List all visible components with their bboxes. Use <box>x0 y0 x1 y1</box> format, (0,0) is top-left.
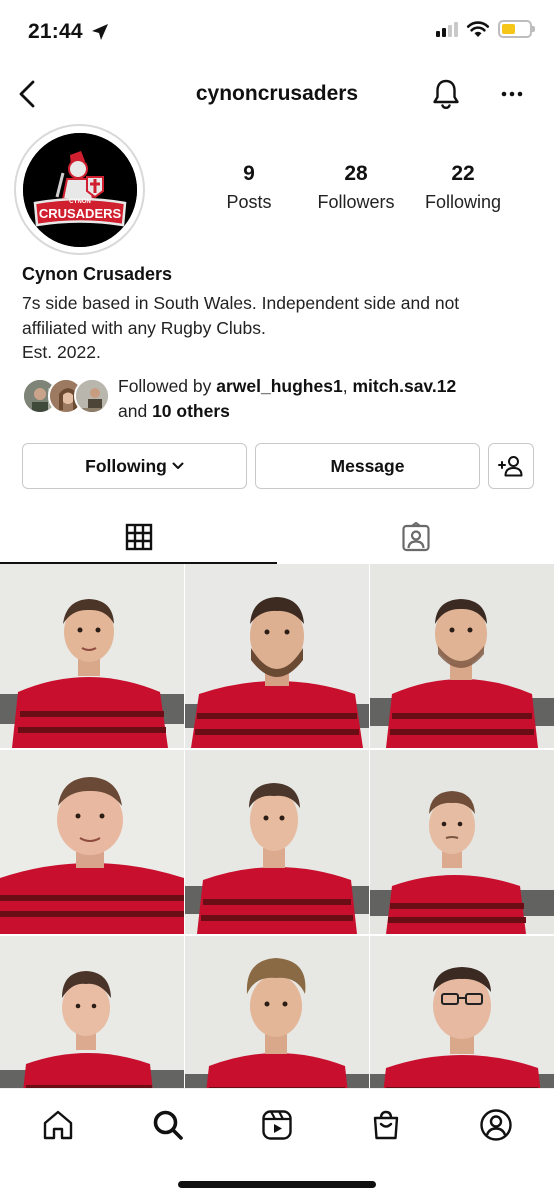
notifications-button[interactable] <box>428 76 464 112</box>
separator: , <box>342 376 353 396</box>
nav-shop[interactable] <box>366 1105 406 1145</box>
shop-icon <box>373 1110 399 1140</box>
post-thumbnail[interactable] <box>185 564 369 748</box>
follower-avatar <box>74 378 110 414</box>
tab-tagged[interactable] <box>277 512 554 562</box>
crusaders-logo: CYNON CRUSADERS <box>22 132 137 247</box>
search-icon <box>153 1110 183 1140</box>
bell-icon <box>433 79 459 109</box>
logo-top-text: CYNON <box>69 199 91 205</box>
stat-value: 9 <box>243 162 255 185</box>
post-thumbnail[interactable] <box>185 936 369 1089</box>
player-photo <box>185 936 369 1089</box>
home-icon <box>43 1110 73 1140</box>
status-time: 21:44 <box>28 20 83 43</box>
nav-home[interactable] <box>38 1105 78 1145</box>
nav-reels[interactable] <box>257 1105 297 1145</box>
reels-icon <box>262 1110 292 1140</box>
followed-by-prefix: Followed by <box>118 376 217 396</box>
nav-search[interactable] <box>148 1105 188 1145</box>
posts-grid <box>0 564 554 1089</box>
stat-following[interactable]: 22 Following <box>409 162 517 213</box>
player-photo <box>370 936 554 1089</box>
logo-main-text: CRUSADERS <box>38 206 121 221</box>
profile-stats: 9 Posts 28 Followers 22 Following <box>195 162 535 213</box>
grid-icon <box>125 523 152 551</box>
stat-followers[interactable]: 28 Followers <box>303 162 409 213</box>
tab-posts-grid[interactable] <box>0 512 277 564</box>
and-text: and <box>118 401 153 421</box>
add-person-icon <box>498 456 523 477</box>
following-button-label: Following <box>85 455 167 476</box>
bio-line: Est. 2022. <box>22 342 101 362</box>
profile-avatar[interactable]: CYNON CRUSADERS <box>14 124 145 255</box>
battery-icon <box>498 20 535 38</box>
profile-actions: Following Message <box>22 443 534 489</box>
crusader-knight-icon: CYNON CRUSADERS <box>22 132 137 247</box>
follower-link[interactable]: mitch.sav.12 <box>352 376 456 396</box>
stat-posts[interactable]: 9 Posts <box>195 162 303 213</box>
profile-display-name: Cynon Crusaders <box>22 264 173 284</box>
followed-by[interactable]: Followed by arwel_hughes1, mitch.sav.12 … <box>22 374 542 424</box>
profile-header: cynoncrusaders <box>0 66 554 122</box>
home-indicator <box>178 1181 376 1188</box>
follower-link[interactable]: arwel_hughes1 <box>216 376 342 396</box>
profile-tabs <box>0 512 554 564</box>
status-bar: 21:44 <box>0 0 554 62</box>
post-thumbnail[interactable] <box>370 750 554 934</box>
bio-line: 7s side based in South Wales. Independen… <box>22 293 460 313</box>
player-photo <box>0 564 184 748</box>
player-photo <box>0 750 184 934</box>
post-thumbnail[interactable] <box>370 564 554 748</box>
post-thumbnail[interactable] <box>185 750 369 934</box>
bio-line: affiliated with any Rugby Clubs. <box>22 317 266 338</box>
player-photo <box>185 750 369 934</box>
post-thumbnail[interactable] <box>0 564 184 748</box>
tagged-icon <box>401 522 430 552</box>
post-thumbnail[interactable] <box>370 936 554 1089</box>
player-photo <box>185 564 369 748</box>
cellular-signal-icon <box>436 21 458 37</box>
profile-icon <box>480 1109 512 1141</box>
more-horizontal-icon <box>501 91 523 97</box>
post-thumbnail[interactable] <box>0 750 184 934</box>
more-options-button[interactable] <box>494 76 530 112</box>
profile-username: cynoncrusaders <box>195 82 359 105</box>
stat-value: 22 <box>451 162 475 185</box>
following-button[interactable]: Following <box>22 443 247 489</box>
location-arrow-icon <box>92 24 108 40</box>
message-button[interactable]: Message <box>255 443 480 489</box>
wifi-icon <box>466 21 490 37</box>
suggested-accounts-button[interactable] <box>488 443 534 489</box>
followed-by-text: Followed by arwel_hughes1, mitch.sav.12 … <box>118 374 456 424</box>
player-photo <box>370 564 554 748</box>
stat-label: Followers <box>317 192 395 212</box>
nav-profile[interactable] <box>476 1105 516 1145</box>
stat-label: Posts <box>226 192 272 212</box>
stat-label: Following <box>424 192 502 212</box>
status-indicators <box>436 20 535 38</box>
chevron-down-icon <box>172 462 184 469</box>
player-photo <box>370 750 554 934</box>
player-photo <box>0 936 184 1089</box>
profile-bio: Cynon Crusaders 7s side based in South W… <box>22 264 542 365</box>
post-thumbnail[interactable] <box>0 936 184 1089</box>
stat-value: 28 <box>344 162 368 185</box>
message-button-label: Message <box>330 455 405 476</box>
others-link[interactable]: 10 others <box>152 401 230 421</box>
